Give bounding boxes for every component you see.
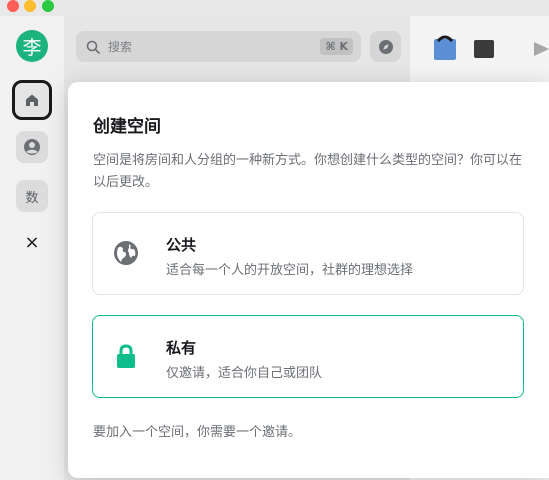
private-option-description: 仅邀请，适合你自己或团队 — [166, 366, 323, 381]
home-icon — [26, 94, 38, 106]
search-shortcut: ⌘ K — [320, 38, 353, 55]
home-button[interactable] — [12, 80, 52, 120]
room-thumbnail-icon — [474, 40, 494, 58]
zoom-window-button[interactable] — [42, 0, 54, 12]
dialog-title: 创建空间 — [93, 117, 161, 137]
close-icon[interactable]: × — [22, 233, 42, 253]
lock-icon — [117, 344, 135, 368]
public-option-description: 适合每一个人的开放空间，社群的理想选择 — [166, 263, 414, 278]
private-space-option[interactable]: 私有 仅邀请，适合你自己或团队 — [92, 315, 524, 398]
minimize-window-button[interactable] — [24, 0, 36, 12]
explore-rooms-button[interactable] — [370, 31, 401, 62]
search-placeholder: 搜索 — [108, 40, 133, 54]
private-option-title: 私有 — [166, 339, 197, 357]
search-icon — [86, 40, 100, 54]
create-space-dialog: 创建空间 空间是将房间和人分组的一种新方式。你想创建什么类型的空间？你可以在以后… — [68, 82, 549, 478]
public-option-title: 公共 — [166, 236, 197, 254]
people-button[interactable] — [16, 131, 48, 163]
dialog-description: 空间是将房间和人分组的一种新方式。你想创建什么类型的空间？你可以在以后更改。 — [93, 153, 523, 190]
window-titlebar — [0, 0, 549, 16]
user-avatar[interactable]: 李 — [16, 30, 48, 62]
search-bar[interactable]: 搜索 ⌘ K — [76, 31, 361, 62]
globe-icon — [114, 241, 138, 265]
people-icon — [24, 139, 40, 155]
compass-icon — [378, 39, 393, 54]
public-space-option[interactable]: 公共 适合每一个人的开放空间，社群的理想选择 — [92, 212, 524, 295]
close-window-button[interactable] — [7, 0, 19, 12]
room-avatar-icon — [434, 35, 456, 60]
dialog-footer-text: 要加入一个空间，你需要一个邀请。 — [93, 425, 302, 440]
space-button[interactable]: 数 — [16, 180, 48, 212]
